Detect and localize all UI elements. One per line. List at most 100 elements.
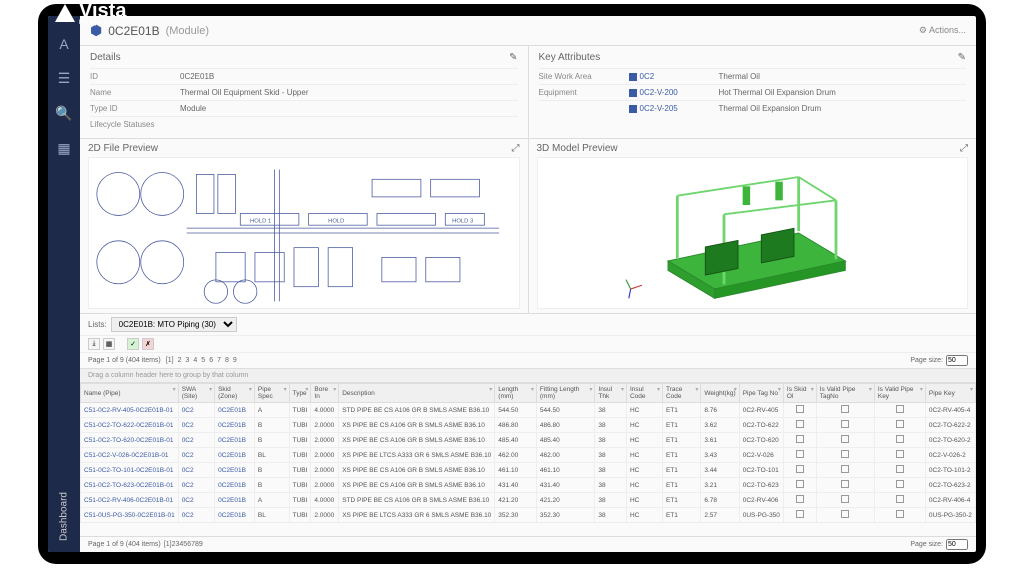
checkbox[interactable] xyxy=(841,480,849,488)
nav-list-icon[interactable]: ☰ xyxy=(58,70,71,87)
nav-doc-icon[interactable]: ▦ xyxy=(57,140,70,157)
table-row[interactable]: C51-0C2-TO-101-0C2E01B-01 0C2 0C2E01B BT… xyxy=(81,463,976,478)
filter-icon[interactable]: ▾ xyxy=(589,386,592,393)
pipe-link[interactable]: C51-0C2-TO-620-0C2E01B-01 xyxy=(81,433,179,448)
skid-link[interactable]: 0C2E01B xyxy=(215,403,255,418)
column-header[interactable]: Is Skid Ol▾ xyxy=(783,384,816,403)
checkbox[interactable] xyxy=(896,510,904,518)
link[interactable]: 0C2-V-205 xyxy=(629,104,719,113)
swa-link[interactable]: 0C2 xyxy=(178,448,214,463)
reject-button[interactable]: ✗ xyxy=(142,338,154,350)
edit-icon[interactable]: ✎ xyxy=(958,52,966,63)
checkbox[interactable] xyxy=(841,420,849,428)
column-header[interactable]: Trace Code▾ xyxy=(662,384,700,403)
page-link[interactable]: 9 xyxy=(231,357,239,364)
page-size-input[interactable] xyxy=(946,355,968,366)
skid-link[interactable]: 0C2E01B xyxy=(215,478,255,493)
page-link[interactable]: 6 xyxy=(207,357,215,364)
checkbox[interactable] xyxy=(896,495,904,503)
column-header[interactable]: Fitting Length (mm)▾ xyxy=(536,384,595,403)
pipe-link[interactable]: C51-0C2-RV-405-0C2E01B-01 xyxy=(81,403,179,418)
export-button[interactable]: ⤓ xyxy=(88,338,100,350)
skid-link[interactable]: 0C2E01B xyxy=(215,418,255,433)
checkbox[interactable] xyxy=(841,510,849,518)
page-link[interactable]: 9 xyxy=(199,541,203,548)
checkbox[interactable] xyxy=(896,405,904,413)
column-header[interactable]: Length (mm)▾ xyxy=(495,384,537,403)
page-link[interactable]: [1] xyxy=(164,357,176,364)
checkbox[interactable] xyxy=(896,480,904,488)
list-select[interactable]: 0C2E01B: MTO Piping (30) xyxy=(111,317,237,332)
column-header[interactable]: Weight(kg)▾ xyxy=(701,384,739,403)
checkbox[interactable] xyxy=(796,420,804,428)
checkbox[interactable] xyxy=(796,435,804,443)
column-header[interactable]: Description▾ xyxy=(339,384,495,403)
swa-link[interactable]: 0C2 xyxy=(178,418,214,433)
filter-icon[interactable]: ▾ xyxy=(249,386,252,393)
filter-icon[interactable]: ▾ xyxy=(811,386,814,393)
checkbox[interactable] xyxy=(896,420,904,428)
swa-link[interactable]: 0C2 xyxy=(178,403,214,418)
table-row[interactable]: C51-0C2-V-026-0C2E01B-01 0C2 0C2E01B BLT… xyxy=(81,448,976,463)
pipe-link[interactable]: C51-0C2-TO-623-0C2E01B-01 xyxy=(81,478,179,493)
approve-button[interactable]: ✓ xyxy=(127,338,139,350)
pipe-link[interactable]: C51-0C2-V-026-0C2E01B-01 xyxy=(81,448,179,463)
column-header[interactable]: Pipe Key▾ xyxy=(925,384,975,403)
checkbox[interactable] xyxy=(841,435,849,443)
pipe-link[interactable]: C51-0C2-TO-101-0C2E01B-01 xyxy=(81,463,179,478)
table-row[interactable]: C51-0C2-RV-405-0C2E01B-01 0C2 0C2E01B AT… xyxy=(81,403,976,418)
page-size-input-bottom[interactable] xyxy=(946,539,968,550)
expand-icon[interactable]: ⤢ xyxy=(512,143,520,154)
table-row[interactable]: C51-0C2-TO-622-0C2E01B-01 0C2 0C2E01B BT… xyxy=(81,418,976,433)
column-header[interactable]: Skid (Zone)▾ xyxy=(215,384,255,403)
preview-3d-body[interactable] xyxy=(537,157,969,309)
checkbox[interactable] xyxy=(841,465,849,473)
swa-link[interactable]: 0C2 xyxy=(178,433,214,448)
checkbox[interactable] xyxy=(796,450,804,458)
checkbox[interactable] xyxy=(796,405,804,413)
filter-icon[interactable]: ▾ xyxy=(284,386,287,393)
skid-link[interactable]: 0C2E01B xyxy=(215,433,255,448)
filter-icon[interactable]: ▾ xyxy=(869,386,872,393)
link[interactable]: 0C2 xyxy=(629,72,719,81)
preview-2d-body[interactable]: HOLD 1 HOLD HOLD 3 xyxy=(88,157,520,309)
pipe-link[interactable]: C51-0US-PG-350-0C2E01B-01 xyxy=(81,508,179,523)
column-header[interactable]: Is Valid Pipe TagNo▾ xyxy=(816,384,874,403)
table-row[interactable]: C51-0C2-TO-620-0C2E01B-01 0C2 0C2E01B BT… xyxy=(81,433,976,448)
checkbox[interactable] xyxy=(796,495,804,503)
filter-icon[interactable]: ▾ xyxy=(333,386,336,393)
pipe-link[interactable]: C51-0C2-RV-406-0C2E01B-01 xyxy=(81,493,179,508)
expand-icon[interactable]: ⤢ xyxy=(960,143,968,154)
swa-link[interactable]: 0C2 xyxy=(178,478,214,493)
column-header[interactable]: SWA (Site)▾ xyxy=(178,384,214,403)
checkbox[interactable] xyxy=(841,405,849,413)
checkbox[interactable] xyxy=(796,510,804,518)
filter-icon[interactable]: ▾ xyxy=(920,386,923,393)
filter-icon[interactable]: ▾ xyxy=(173,386,176,393)
filter-icon[interactable]: ▾ xyxy=(531,386,534,393)
column-header[interactable]: Insul Code▾ xyxy=(626,384,662,403)
page-link[interactable]: 8 xyxy=(223,357,231,364)
checkbox[interactable] xyxy=(896,450,904,458)
column-header[interactable]: Type▾ xyxy=(289,384,311,403)
column-header[interactable]: Insul Thk▾ xyxy=(595,384,627,403)
actions-button[interactable]: ⚙ Actions... xyxy=(919,25,966,36)
skid-link[interactable]: 0C2E01B xyxy=(215,463,255,478)
filter-icon[interactable]: ▾ xyxy=(734,386,737,393)
page-link[interactable]: 7 xyxy=(215,357,223,364)
nav-home-icon[interactable]: A xyxy=(59,36,68,52)
filter-icon[interactable]: ▾ xyxy=(970,386,973,393)
filter-icon[interactable]: ▾ xyxy=(778,386,781,393)
checkbox[interactable] xyxy=(841,450,849,458)
swa-link[interactable]: 0C2 xyxy=(178,463,214,478)
page-link[interactable]: 5 xyxy=(199,357,207,364)
skid-link[interactable]: 0C2E01B xyxy=(215,448,255,463)
skid-link[interactable]: 0C2E01B xyxy=(215,508,255,523)
filter-icon[interactable]: ▾ xyxy=(695,386,698,393)
nav-search-icon[interactable]: 🔍 xyxy=(55,105,72,122)
column-header[interactable]: Pipe Tag No▾ xyxy=(739,384,783,403)
filter-icon[interactable]: ▾ xyxy=(621,386,624,393)
filter-icon[interactable]: ▾ xyxy=(305,386,308,393)
page-link[interactable]: [1] xyxy=(164,541,172,548)
checkbox[interactable] xyxy=(841,495,849,503)
